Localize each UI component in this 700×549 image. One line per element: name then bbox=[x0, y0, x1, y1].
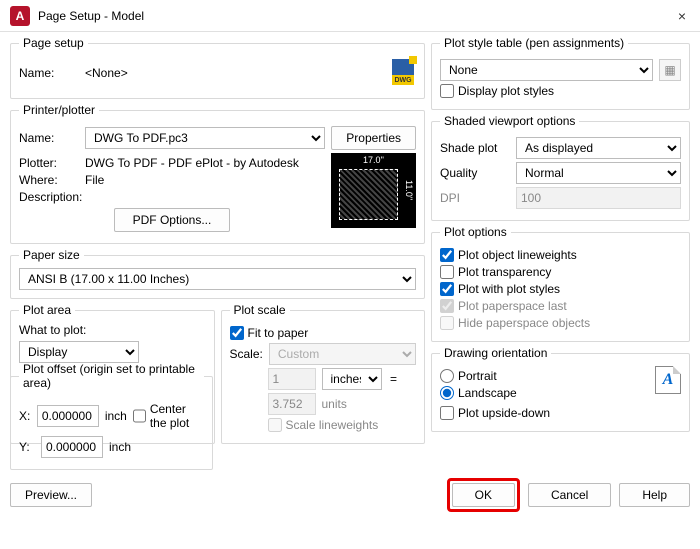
dialog-body: Page setup Name: <None> DWG Printer/plot… bbox=[0, 32, 700, 474]
display-plot-styles-checkbox[interactable] bbox=[440, 84, 454, 98]
printer-legend: Printer/plotter bbox=[19, 103, 99, 117]
plot-with-styles-checkbox[interactable] bbox=[440, 282, 454, 296]
center-plot-label: Center the plot bbox=[150, 402, 205, 430]
scale-den-unit: units bbox=[322, 397, 382, 411]
scale-lineweights-checkbox bbox=[268, 418, 282, 432]
upside-down-label: Plot upside-down bbox=[458, 406, 550, 420]
quality-label: Quality bbox=[440, 166, 510, 180]
printer-plotter-group: Printer/plotter Name: DWG To PDF.pc3 Pro… bbox=[10, 103, 425, 244]
plot-style-group: Plot style table (pen assignments) None … bbox=[431, 36, 690, 110]
shaded-legend: Shaded viewport options bbox=[440, 114, 579, 128]
ok-button[interactable]: OK bbox=[452, 483, 515, 507]
cancel-button[interactable]: Cancel bbox=[528, 483, 611, 507]
scale-lineweights-label: Scale lineweights bbox=[286, 418, 379, 432]
printer-name-label: Name: bbox=[19, 131, 79, 145]
app-icon: A bbox=[10, 6, 30, 26]
landscape-radio[interactable] bbox=[440, 386, 454, 400]
plot-lineweights-label: Plot object lineweights bbox=[458, 248, 577, 262]
shaded-viewport-group: Shaded viewport options Shade plot As dis… bbox=[431, 114, 690, 221]
page-setup-legend: Page setup bbox=[19, 36, 88, 50]
hide-paperspace-checkbox bbox=[440, 316, 454, 330]
scale-denominator[interactable] bbox=[268, 393, 316, 415]
scale-select[interactable]: Custom bbox=[269, 343, 416, 365]
plot-with-styles-label: Plot with plot styles bbox=[458, 282, 560, 296]
plot-options-legend: Plot options bbox=[440, 225, 511, 239]
plot-transparency-label: Plot transparency bbox=[458, 265, 551, 279]
plot-paperspace-checkbox bbox=[440, 299, 454, 313]
dpi-label: DPI bbox=[440, 191, 510, 205]
printer-name-select[interactable]: DWG To PDF.pc3 bbox=[85, 127, 325, 149]
paper-preview: 17.0'' 11.0'' bbox=[331, 153, 416, 228]
page-setup-group: Page setup Name: <None> DWG bbox=[10, 36, 425, 99]
equals-sign: = bbox=[388, 372, 400, 386]
upside-down-checkbox[interactable] bbox=[440, 406, 454, 420]
quality-select[interactable]: Normal bbox=[516, 162, 681, 184]
center-plot-checkbox[interactable] bbox=[133, 409, 146, 423]
paper-size-legend: Paper size bbox=[19, 248, 84, 262]
offset-y-label: Y: bbox=[19, 440, 35, 454]
scale-label: Scale: bbox=[230, 347, 263, 361]
orientation-legend: Drawing orientation bbox=[440, 346, 551, 360]
properties-button[interactable]: Properties bbox=[331, 126, 416, 150]
landscape-label: Landscape bbox=[458, 386, 517, 400]
plot-options-group: Plot options Plot object lineweights Plo… bbox=[431, 225, 690, 342]
what-to-plot-select[interactable]: Display bbox=[19, 341, 139, 363]
help-button[interactable]: Help bbox=[619, 483, 690, 507]
display-plot-styles-label: Display plot styles bbox=[458, 84, 554, 98]
plot-offset-group: Plot offset (origin set to printable are… bbox=[10, 362, 213, 470]
paper-size-group: Paper size ANSI B (17.00 x 11.00 Inches) bbox=[10, 248, 425, 299]
plot-lineweights-checkbox[interactable] bbox=[440, 248, 454, 262]
preview-button[interactable]: Preview... bbox=[10, 483, 92, 507]
plot-style-select[interactable]: None bbox=[440, 59, 653, 81]
fit-to-paper-checkbox[interactable] bbox=[230, 326, 244, 340]
what-to-plot-label: What to plot: bbox=[19, 323, 206, 337]
offset-x-input[interactable] bbox=[37, 405, 99, 427]
dialog-footer: Preview... OK Cancel Help bbox=[0, 474, 700, 520]
left-column: Page setup Name: <None> DWG Printer/plot… bbox=[10, 36, 425, 470]
dwg-icon[interactable]: DWG bbox=[390, 59, 416, 87]
ok-highlight-box: OK bbox=[447, 478, 520, 512]
hide-paperspace-label: Hide paperspace objects bbox=[458, 316, 590, 330]
plotter-label: Plotter: bbox=[19, 156, 79, 170]
close-icon[interactable]: × bbox=[674, 8, 690, 24]
scale-unit-select[interactable]: inches bbox=[322, 368, 382, 390]
offset-y-input[interactable] bbox=[41, 436, 103, 458]
plotter-value: DWG To PDF - PDF ePlot - by Autodesk bbox=[85, 156, 299, 170]
portrait-radio[interactable] bbox=[440, 369, 454, 383]
page-setup-name-label: Name: bbox=[19, 66, 79, 80]
title-bar: A Page Setup - Model × bbox=[0, 0, 700, 32]
plot-offset-legend: Plot offset (origin set to printable are… bbox=[19, 362, 204, 390]
where-value: File bbox=[85, 173, 104, 187]
portrait-label: Portrait bbox=[458, 369, 497, 383]
scale-numerator[interactable] bbox=[268, 368, 316, 390]
dpi-input bbox=[516, 187, 681, 209]
offset-x-label: X: bbox=[19, 409, 31, 423]
preview-height-label: 11.0'' bbox=[404, 153, 414, 228]
where-label: Where: bbox=[19, 173, 79, 187]
offset-x-unit: inch bbox=[105, 409, 127, 423]
description-label: Description: bbox=[19, 190, 79, 204]
pdf-options-button[interactable]: PDF Options... bbox=[114, 208, 231, 232]
page-setup-name-value: <None> bbox=[85, 66, 384, 80]
plot-transparency-checkbox[interactable] bbox=[440, 265, 454, 279]
fit-to-paper-label: Fit to paper bbox=[248, 326, 309, 340]
orientation-preview-icon: A bbox=[655, 366, 681, 394]
paper-size-select[interactable]: ANSI B (17.00 x 11.00 Inches) bbox=[19, 268, 416, 290]
plot-paperspace-label: Plot paperspace last bbox=[458, 299, 567, 313]
plot-style-legend: Plot style table (pen assignments) bbox=[440, 36, 628, 50]
orientation-group: Drawing orientation Portrait Landscape A… bbox=[431, 346, 690, 432]
plot-scale-group: Plot scale Fit to paper Scale: Custom in… bbox=[221, 303, 426, 444]
right-column: Plot style table (pen assignments) None … bbox=[431, 36, 690, 470]
shade-plot-label: Shade plot bbox=[440, 141, 510, 155]
plot-area-legend: Plot area bbox=[19, 303, 75, 317]
shade-plot-select[interactable]: As displayed bbox=[516, 137, 681, 159]
window-title: Page Setup - Model bbox=[38, 9, 674, 23]
plot-style-helper-icon[interactable]: ▦ bbox=[659, 59, 681, 81]
plot-scale-legend: Plot scale bbox=[230, 303, 290, 317]
offset-y-unit: inch bbox=[109, 440, 131, 454]
